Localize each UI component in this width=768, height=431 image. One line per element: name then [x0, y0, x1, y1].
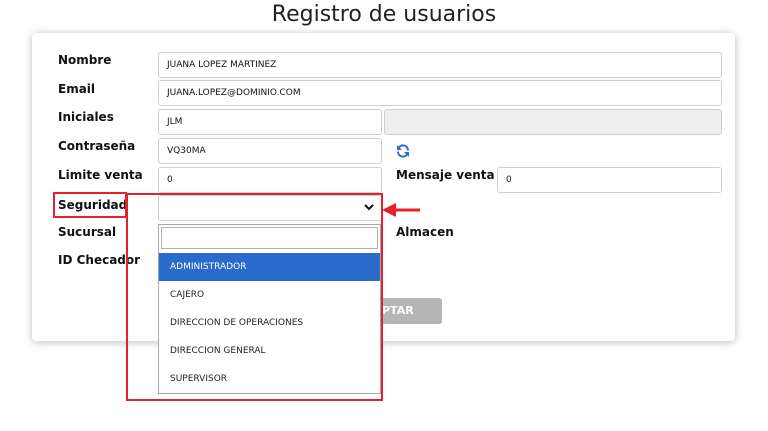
- label-iniciales: Iniciales: [58, 110, 114, 124]
- label-limite-venta: Limite venta: [58, 168, 143, 182]
- seguridad-label-highlight: [53, 192, 127, 218]
- accept-button[interactable]: PTAR: [380, 298, 442, 324]
- page-title: Registro de usuarios: [271, 2, 497, 27]
- iniciales-input[interactable]: JLM: [158, 109, 382, 135]
- email-input[interactable]: JUANA.LOPEZ@DOMINIO.COM: [158, 80, 722, 106]
- label-mensaje-venta: Mensaje venta: [396, 168, 495, 182]
- label-email: Email: [58, 82, 96, 96]
- label-almacen: Almacen: [396, 225, 454, 239]
- arrow-left-icon: [382, 203, 420, 217]
- accept-button-label: PTAR: [382, 304, 414, 317]
- refresh-icon[interactable]: [395, 143, 411, 159]
- label-nombre: Nombre: [58, 53, 112, 67]
- nombre-input[interactable]: JUANA LOPEZ MARTINEZ: [158, 52, 722, 78]
- mensaje-venta-input[interactable]: 0: [497, 167, 722, 193]
- iniciales-extra-field: [384, 109, 722, 135]
- label-contrasena: Contraseña: [58, 139, 136, 153]
- limite-venta-input[interactable]: 0: [158, 167, 382, 193]
- label-sucursal: Sucursal: [58, 225, 117, 239]
- dropdown-highlight: [126, 193, 383, 401]
- contrasena-input[interactable]: VQ30MA: [158, 138, 382, 164]
